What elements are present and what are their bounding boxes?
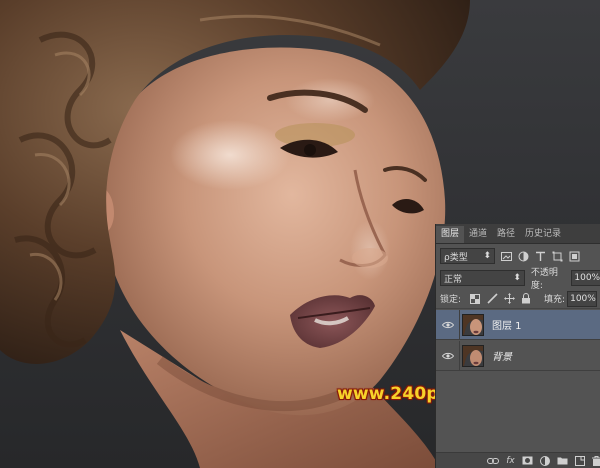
new-layer-icon[interactable] (575, 455, 585, 467)
tab-layers[interactable]: 图层 (436, 226, 465, 243)
fx-icon[interactable]: fx (506, 455, 515, 467)
layer-thumbnail (462, 313, 484, 336)
lock-image-pixels-icon[interactable] (486, 293, 498, 305)
lock-row: 锁定: 填充: 100% (436, 289, 600, 309)
blend-mode-select[interactable]: 正常 ⬍ (440, 270, 525, 286)
eye-icon (441, 321, 454, 328)
layer-thumbnail (462, 344, 484, 367)
lock-all-icon[interactable] (520, 293, 532, 305)
blend-mode-label: 正常 (444, 274, 463, 285)
layers-panel: 图层 通道 路径 历史记录 ρ类型 ⬍ 正常 ⬍ 不透明度: 100% 锁定: … (435, 224, 600, 468)
layer-name: 图层 1 (492, 321, 522, 332)
lock-position-icon[interactable] (503, 293, 515, 305)
adjustment-filter-icon[interactable] (517, 250, 529, 262)
fill-label: 填充: (544, 295, 566, 305)
visibility-toggle[interactable] (436, 309, 460, 340)
opacity-label: 不透明度: (530, 268, 558, 291)
layers-panel-footer: fx (436, 452, 600, 468)
smart-object-filter-icon[interactable] (568, 250, 580, 262)
lock-transparent-pixels-icon[interactable] (469, 293, 481, 305)
filter-kind-select[interactable]: ρ类型 ⬍ (440, 248, 495, 264)
adjustment-icon[interactable] (540, 455, 550, 467)
chevron-updown-icon: ⬍ (513, 273, 521, 283)
layer-row-background[interactable]: 背景 (436, 340, 600, 371)
tab-paths[interactable]: 路径 (492, 226, 520, 243)
trash-icon[interactable] (592, 455, 600, 467)
filter-kind-label: ρ类型 (444, 252, 468, 263)
layer-filter-row: ρ类型 ⬍ (436, 245, 600, 267)
eye-icon (441, 352, 454, 359)
blend-row: 正常 ⬍ 不透明度: 100% (436, 267, 600, 291)
tab-channels[interactable]: 通道 (464, 226, 492, 243)
lock-label: 锁定: (440, 295, 462, 305)
shape-filter-icon[interactable] (551, 250, 563, 262)
mask-icon[interactable] (522, 455, 533, 467)
link-icon[interactable] (487, 455, 499, 467)
tab-history[interactable]: 历史记录 (520, 226, 566, 243)
folder-icon[interactable] (557, 455, 568, 467)
image-filter-icon[interactable] (500, 250, 512, 262)
layer-name: 背景 (492, 352, 512, 363)
type-filter-icon[interactable] (534, 250, 546, 262)
layer-row-layer-1[interactable]: 图层 1 (436, 309, 600, 340)
opacity-input[interactable]: 100% (571, 270, 600, 286)
fill-input[interactable]: 100% (567, 290, 598, 307)
panel-tab-bar: 图层 通道 路径 历史记录 (436, 224, 600, 244)
visibility-toggle[interactable] (436, 340, 460, 371)
chevron-updown-icon: ⬍ (483, 251, 491, 261)
